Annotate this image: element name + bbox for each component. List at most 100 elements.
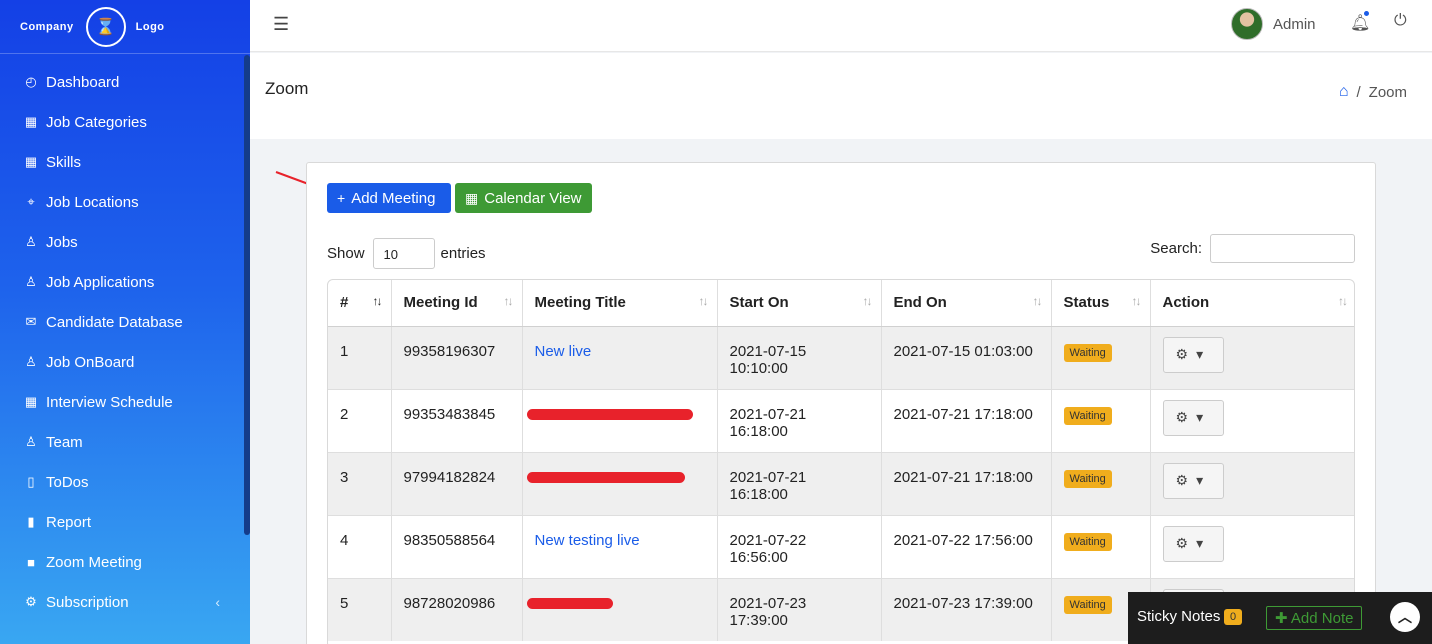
sort-icon[interactable]: ↑↓ xyxy=(373,294,383,308)
status-badge: Waiting xyxy=(1063,406,1112,425)
add-note-button[interactable]: ✚ Add Note xyxy=(1266,606,1363,630)
sort-icon[interactable]: ↑↓ xyxy=(1338,294,1348,308)
sidebar-item-skills[interactable]: ▦ Skills xyxy=(0,142,250,182)
action-cell: ⚙▾ xyxy=(1150,388,1354,452)
chevron-up-icon: ︿ xyxy=(1398,609,1412,625)
page-title: Zoom xyxy=(265,79,309,98)
topbar: ☰ Admin 🔔︎ ⏻ xyxy=(250,0,1432,52)
column-header[interactable]: Status ↑↓ xyxy=(1051,280,1151,327)
column-header-label: End On xyxy=(893,294,947,311)
sort-icon[interactable]: ↑↓ xyxy=(699,294,709,308)
brand-left-text: Company xyxy=(20,20,74,33)
user-icon: ♙ xyxy=(25,274,37,289)
gauge-icon: ◴ xyxy=(25,74,37,89)
sort-icon[interactable]: ↑↓ xyxy=(504,294,514,308)
sticky-notes-count: 0 xyxy=(1224,609,1243,625)
sort-icon[interactable]: ↑↓ xyxy=(1132,294,1142,308)
breadcrumb-current: Zoom xyxy=(1368,83,1407,101)
sidebar-item-job-onboard[interactable]: ♙ Job OnBoard xyxy=(0,342,250,382)
status-badge: Waiting xyxy=(1063,469,1112,488)
home-icon[interactable]: ⌂ xyxy=(1339,83,1349,101)
meeting-id: 98728020986 xyxy=(391,577,523,641)
entries-select[interactable]: 10 xyxy=(372,238,435,269)
column-header[interactable]: End On ↑↓ xyxy=(881,280,1052,327)
chevron-left-icon[interactable]: ‹ xyxy=(215,594,220,610)
table-row: 4 98350588564 New testing live 2021-07-22 1… xyxy=(328,514,1354,578)
calendar-view-button[interactable]: ▦ Calendar View xyxy=(455,183,592,213)
sort-icon[interactable]: ↑↓ xyxy=(1033,294,1043,308)
meeting-title xyxy=(522,577,718,641)
row-number: 2 xyxy=(328,388,392,452)
sidebar-item-interview-schedule[interactable]: ▦ Interview Schedule xyxy=(0,382,250,422)
sidebar-item-job-locations[interactable]: ⌖ Job Locations xyxy=(0,182,250,222)
end-on: 2021-07-21 17:18:00 xyxy=(881,451,1052,515)
status-cell: Waiting xyxy=(1051,451,1151,515)
column-header[interactable]: # ↑↓ xyxy=(328,280,392,327)
action-dropdown-button[interactable]: ⚙▾ xyxy=(1162,462,1224,499)
sidebar-item-jobs[interactable]: ♙ Jobs xyxy=(0,222,250,262)
bar-chart-icon: ▮ xyxy=(27,514,35,529)
meeting-id: 97994182824 xyxy=(391,451,523,515)
scroll-top-button[interactable]: ︿ xyxy=(1390,602,1420,632)
status-cell: Waiting xyxy=(1051,514,1151,578)
sidebar-item-label: Subscription xyxy=(46,593,129,611)
column-header-label: # xyxy=(340,294,349,311)
column-header[interactable]: Meeting Title ↑↓ xyxy=(522,280,718,327)
plus-icon: ✚ xyxy=(1275,610,1291,627)
add-meeting-button[interactable]: + Add Meeting xyxy=(327,183,451,213)
start-on: 2021-07-23 17:39:00 xyxy=(717,577,882,641)
meeting-title-link[interactable]: New testing live xyxy=(535,532,640,549)
sidebar-item-label: ToDos xyxy=(46,473,89,491)
gears-icon: ⚙ xyxy=(1175,535,1189,551)
calendar-icon: ▦ xyxy=(465,189,479,206)
start-on: 2021-07-21 16:18:00 xyxy=(717,388,882,452)
meeting-title-link[interactable]: New live xyxy=(535,343,592,360)
plus-icon: + xyxy=(337,190,346,206)
caret-down-icon: ▾ xyxy=(1196,346,1204,362)
search-input[interactable] xyxy=(1210,234,1355,263)
show-label: Show xyxy=(327,245,365,262)
sidebar-item-zoom-meeting[interactable]: ■ Zoom Meeting xyxy=(0,542,250,582)
column-header[interactable]: Start On ↑↓ xyxy=(717,280,882,327)
action-dropdown-button[interactable]: ⚙▾ xyxy=(1162,336,1224,373)
power-icon[interactable]: ⏻ xyxy=(1394,12,1407,30)
end-on: 2021-07-21 17:18:00 xyxy=(881,388,1052,452)
page-header: Zoom ⌂ / Zoom xyxy=(250,53,1432,139)
sidebar-item-label: Zoom Meeting xyxy=(46,553,142,571)
user-icon: ♙ xyxy=(25,354,37,369)
sidebar-item-label: Jobs xyxy=(46,233,78,251)
breadcrumb: ⌂ / Zoom xyxy=(1339,83,1407,101)
sidebar-item-candidate-database[interactable]: ✉ Candidate Database xyxy=(0,302,250,342)
sort-icon[interactable]: ↑↓ xyxy=(863,294,873,308)
redaction-mark xyxy=(526,597,613,609)
column-header[interactable]: Action ↑↓ xyxy=(1150,280,1354,327)
sidebar-item-dashboard[interactable]: ◴ Dashboard xyxy=(0,62,250,102)
sidebar-item-label: Job Applications xyxy=(46,273,155,291)
action-dropdown-button[interactable]: ⚙▾ xyxy=(1162,525,1224,562)
video-icon: ■ xyxy=(27,554,35,570)
sidebar-item-job-categories[interactable]: ▦ Job Categories xyxy=(0,102,250,142)
sidebar-item-subscription[interactable]: ⚙ Subscription ‹ xyxy=(0,582,250,622)
company-logo[interactable]: Company ⌛ Logo xyxy=(0,0,250,54)
add-meeting-label: Add Meeting xyxy=(351,189,436,207)
status-badge: Waiting xyxy=(1063,595,1112,614)
action-cell: ⚙▾ xyxy=(1150,451,1354,515)
sidebar-item-job-applications[interactable]: ♙ Job Applications xyxy=(0,262,250,302)
sidebar-item-label: Candidate Database xyxy=(46,313,183,331)
caret-down-icon: ▾ xyxy=(1196,472,1204,488)
action-cell: ⚙▾ xyxy=(1150,514,1354,578)
entries-label: entries xyxy=(440,245,486,262)
avatar[interactable] xyxy=(1231,8,1263,40)
sidebar-item-team[interactable]: ♙ Team xyxy=(0,422,250,462)
column-header-label: Start On xyxy=(729,294,789,311)
meeting-id: 99358196307 xyxy=(391,325,523,389)
sidebar-item-report[interactable]: ▮ Report xyxy=(0,502,250,542)
redaction-mark xyxy=(526,408,693,420)
user-name[interactable]: Admin xyxy=(1273,16,1316,33)
action-dropdown-button[interactable]: ⚙▾ xyxy=(1162,399,1224,436)
gears-icon: ⚙ xyxy=(1175,346,1189,362)
sidebar-item-todos[interactable]: ▯ ToDos xyxy=(0,462,250,502)
column-header[interactable]: Meeting Id ↑↓ xyxy=(391,280,523,327)
menu-toggle-icon[interactable]: ☰ xyxy=(273,14,289,35)
logo-icon: ⌛ xyxy=(85,6,126,47)
